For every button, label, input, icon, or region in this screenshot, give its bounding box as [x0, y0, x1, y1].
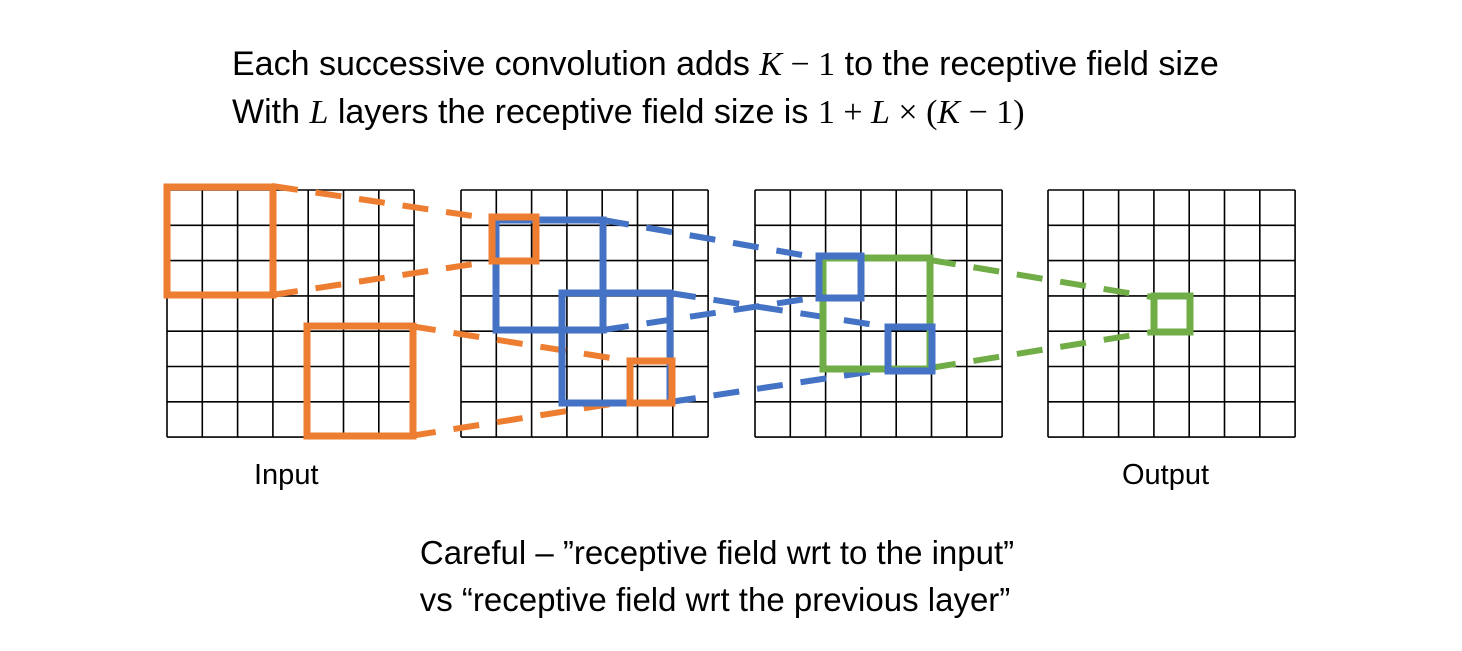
blue-dash-a-lower	[602, 294, 820, 333]
output-label: Output	[1122, 459, 1210, 491]
green-cell-output	[1150, 292, 1194, 336]
hidden-grid-2	[754, 189, 1003, 438]
caption-line-1: Careful – ”receptive field wrt to the in…	[419, 534, 1015, 571]
output-grid	[1047, 189, 1296, 438]
orange-kernel-input-bottom	[303, 322, 417, 440]
blue-kernel-hidden1-a	[492, 216, 607, 334]
blue-kernel-hidden1-b	[558, 289, 674, 407]
input-grid	[166, 189, 415, 438]
blue-cell-hidden2-b	[884, 323, 936, 375]
orange-dash-top-upper	[271, 183, 494, 222]
caption-line-2: vs “receptive field wrt the previous lay…	[419, 581, 1011, 618]
blue-dash-b-lower	[669, 366, 889, 405]
input-label: Input	[254, 459, 319, 491]
orange-kernel-input-top	[163, 183, 277, 299]
green-kernel-hidden2	[819, 254, 934, 373]
orange-dash-top-lower	[271, 258, 494, 298]
